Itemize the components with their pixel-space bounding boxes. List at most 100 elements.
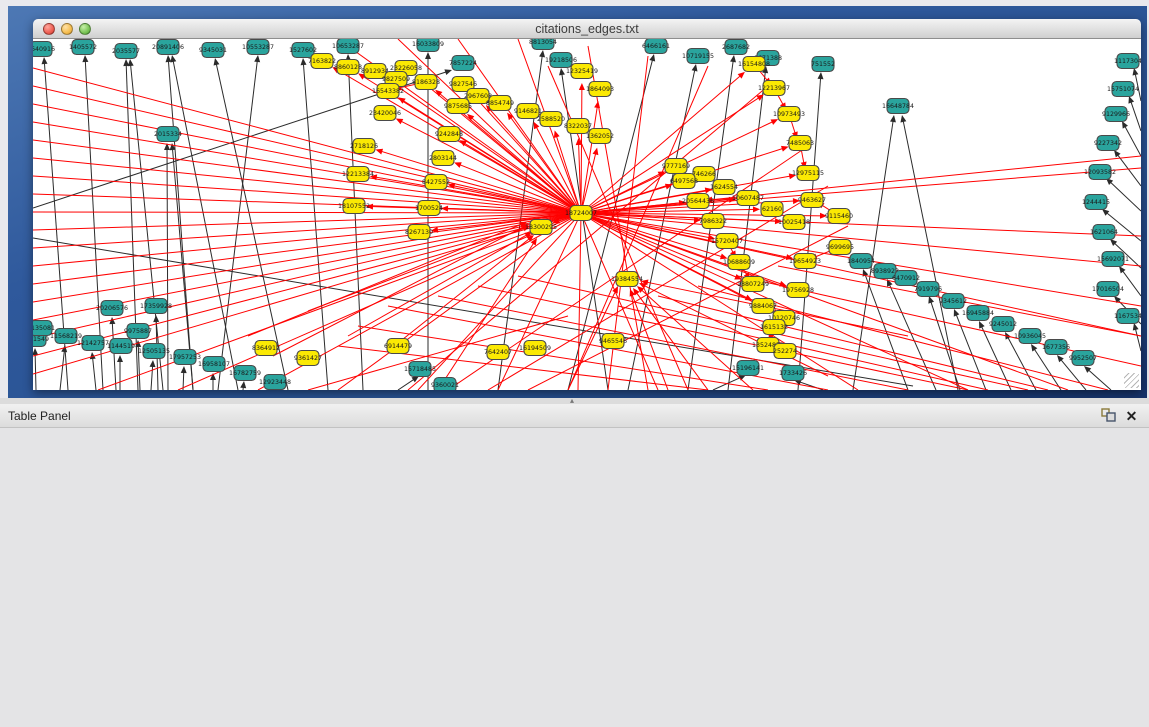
window-resize-grip[interactable] [1124, 373, 1139, 388]
graph-node-label: 9146821 [514, 108, 542, 115]
graph-node-label: 15196141 [732, 365, 764, 372]
graph-node-label: 1931549 [33, 336, 49, 343]
graph-node-label: 10607487 [732, 195, 764, 202]
graph-node-label: 7642407 [484, 349, 512, 356]
graph-node-label: 9777169 [662, 163, 690, 170]
graph-node-label: 1640916 [33, 46, 55, 53]
graph-node-label: 18807249 [737, 281, 769, 288]
graph-node-label: 6497568 [670, 178, 698, 185]
graph-node-label: 15720407 [711, 238, 743, 245]
graph-node-label: 62160 [762, 206, 782, 213]
graph-node-label: 1405572 [69, 44, 97, 51]
graph-node-label: 10553287 [242, 44, 274, 51]
graph-node-label: 19384554 [611, 276, 643, 283]
graph-node-label: 1117304 [1114, 58, 1141, 65]
graph-node-label: 16945884 [962, 310, 994, 317]
network-window-titlebar[interactable]: citations_edges.txt [33, 19, 1141, 39]
graph-node-label: 17957253 [169, 354, 201, 361]
graph-node-label: 9345612 [939, 298, 967, 305]
graph-node-label: 2588520 [537, 116, 565, 123]
graph-node-label: 9827546 [449, 81, 477, 88]
graph-node-label: 10936045 [1014, 333, 1046, 340]
graph-node-label: 1144519 [107, 343, 135, 350]
graph-node-label: 18107552 [338, 203, 370, 210]
graph-node-label: 19654923 [789, 258, 821, 265]
graph-node-label: 12213967 [758, 85, 790, 92]
graph-node-label: 8364912 [252, 345, 280, 352]
graph-node-label: 9360021 [431, 382, 459, 389]
graph-node-label: 15718485 [404, 366, 436, 373]
graph-node-label: 1621064 [1090, 229, 1118, 236]
graph-node-label: 9361427 [294, 355, 322, 362]
graph-node-label: 8186328 [412, 79, 440, 86]
table-panel-title: Table Panel [8, 409, 71, 423]
graph-node-label: 17016504 [1092, 286, 1124, 293]
graph-node-label: 12923448 [259, 379, 291, 386]
graph-node-label: 8427552 [422, 179, 450, 186]
graph-node-label: 9875685 [444, 103, 472, 110]
graph-node-label: 7163822 [308, 58, 336, 65]
graph-node-label: 1733426 [779, 370, 807, 377]
graph-node-label: 9115460 [825, 213, 853, 220]
graph-node-label: 17359928 [140, 303, 172, 310]
network-window: citations_edges.txt 1640916 1405572 203557… [33, 19, 1141, 390]
graph-node-label: 10653287 [332, 43, 364, 50]
graph-node-label: 7485063 [786, 140, 814, 147]
graph-node-label: 12325419 [566, 68, 598, 75]
table-panel-header: Table Panel ✕ [0, 404, 1149, 428]
graph-node-label: 6466161 [642, 43, 670, 50]
graph-node-label: 23420046 [369, 110, 401, 117]
graph-node-label: 12975115 [792, 170, 824, 177]
graph-node-label: 9975887 [124, 328, 152, 335]
graph-node-label: 8854749 [486, 100, 514, 107]
float-panel-button[interactable] [1100, 408, 1117, 424]
float-window-icon [1101, 408, 1116, 422]
graph-node-label: 6470912 [892, 275, 920, 282]
graph-node-label: 20564436 [682, 198, 714, 205]
graph-node-label: 1615132 [760, 324, 788, 331]
graph-node-label: 15751074 [1107, 86, 1139, 93]
graph-node-label: 7986322 [699, 218, 727, 225]
citation-network-graph[interactable]: 1640916140557220355772089140693450311055… [33, 39, 1141, 390]
graph-node-label: 9227342 [1094, 140, 1122, 147]
graph-node-label: 11568219 [50, 333, 82, 340]
graph-node-label: 1864093 [586, 86, 614, 93]
graph-node-label: 16033809 [412, 41, 444, 48]
graph-node-label: 8860128 [334, 64, 362, 71]
graph-node-label: 8912934 [361, 68, 389, 75]
graph-node-label: 1700524 [415, 205, 443, 212]
graph-node-label: 9242848 [435, 131, 463, 138]
graph-node-label: 1677356 [1042, 344, 1070, 351]
graph-node-label: 2687682 [722, 44, 750, 51]
graph-node-label: 9952507 [1069, 355, 1097, 362]
graph-node-label: 1362052 [586, 133, 614, 140]
graph-node-label: 16154808 [738, 61, 770, 68]
graph-node-label: 9245012 [989, 321, 1017, 328]
graph-node-label: 2035577 [112, 48, 140, 55]
graph-node-label: 19218506 [545, 57, 577, 64]
graph-node-label: 12142757 [77, 340, 109, 347]
network-desktop: citations_edges.txt 1640916 1405572 203557… [8, 6, 1147, 398]
network-view-canvas[interactable]: 1640916140557220355772089140693450311055… [33, 39, 1141, 390]
graph-node-label: 2718126 [350, 143, 378, 150]
graph-node-label: 15692071 [1097, 256, 1129, 263]
graph-node-label: 751552 [811, 61, 835, 68]
graph-node-label: 1527602 [289, 47, 317, 54]
close-panel-button[interactable]: ✕ [1123, 408, 1140, 424]
graph-node-label: 10688609 [723, 259, 755, 266]
graph-node-label: 12093582 [1084, 169, 1116, 176]
graph-node-label: 10973493 [773, 111, 805, 118]
graph-node-label: 18300295 [525, 224, 557, 231]
graph-node-label: 9465546 [599, 338, 627, 345]
table-panel-body: f(x) citations_edges.txt namein_degreeye… [0, 428, 1149, 727]
graph-node-label: 16648784 [882, 103, 914, 110]
graph-node-label: 8267130 [405, 229, 433, 236]
graph-node-label: 7857224 [449, 60, 477, 67]
graph-node-label: 1840954 [847, 258, 875, 265]
graph-node-label: 16782759 [229, 370, 261, 377]
graph-node-label: 2015334 [154, 131, 182, 138]
graph-node-label: 16958107 [198, 361, 230, 368]
graph-node-label: 2803144 [429, 155, 457, 162]
graph-node-label: 252274 [773, 348, 797, 355]
graph-node-label: 746266 [692, 171, 716, 178]
